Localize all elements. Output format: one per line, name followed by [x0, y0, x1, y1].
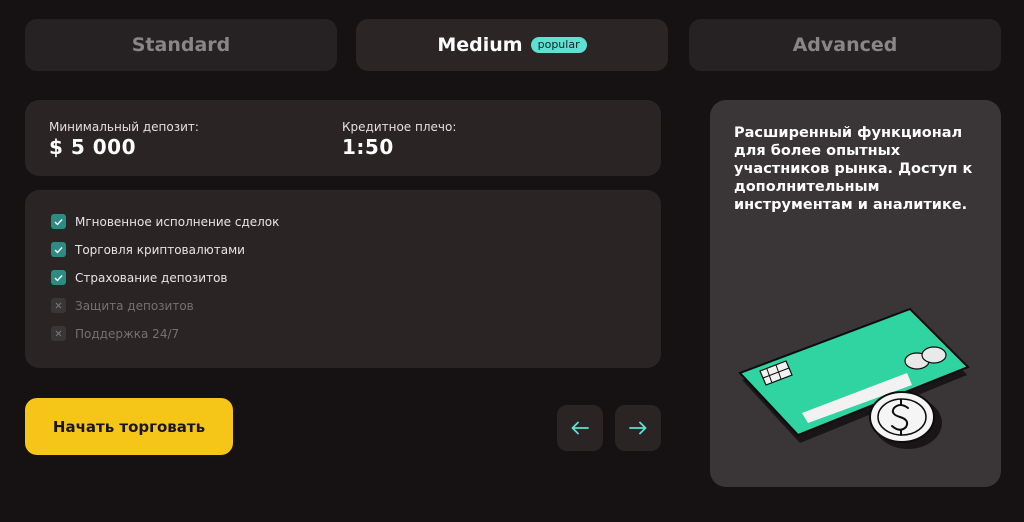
- min-deposit-label: Минимальный депозит:: [49, 120, 199, 134]
- features-list: Мгновенное исполнение сделок Торговля кр…: [25, 190, 661, 368]
- popular-badge: popular: [530, 37, 587, 53]
- check-icon: [51, 270, 66, 285]
- plan-description: Расширенный функционал для более опытных…: [734, 125, 973, 213]
- feature-item: Торговля криптовалютами: [51, 242, 245, 257]
- tab-standard[interactable]: Standard: [25, 19, 337, 71]
- plan-info-card: Минимальный депозит: $ 5 000 Кредитное п…: [25, 100, 661, 176]
- credit-card-coin-icon: [738, 307, 970, 449]
- min-deposit-value: $ 5 000: [49, 135, 137, 159]
- plan-description-card: Расширенный функционал для более опытных…: [710, 100, 1001, 487]
- leverage-value: 1:50: [342, 135, 394, 159]
- tab-label: Medium: [437, 34, 523, 56]
- feature-label: Защита депозитов: [75, 298, 194, 313]
- arrow-left-icon: [571, 421, 589, 435]
- feature-item: Мгновенное исполнение сделок: [51, 214, 279, 229]
- tab-label: Advanced: [792, 34, 898, 56]
- feature-label: Страхование депозитов: [75, 270, 228, 285]
- tab-label: Standard: [131, 34, 231, 56]
- tab-advanced[interactable]: Advanced: [689, 19, 1001, 71]
- check-icon: [51, 214, 66, 229]
- feature-label: Мгновенное исполнение сделок: [75, 214, 280, 229]
- feature-item: Страхование депозитов: [51, 270, 228, 285]
- feature-item-disabled: Защита депозитов: [51, 298, 194, 313]
- arrow-right-icon: [629, 421, 647, 435]
- tab-medium[interactable]: Medium popular: [356, 19, 668, 71]
- feature-label: Торговля криптовалютами: [75, 242, 245, 257]
- feature-label: Поддержка 24/7: [75, 326, 180, 341]
- prev-button[interactable]: [557, 405, 603, 451]
- cross-icon: [51, 326, 66, 341]
- feature-item-disabled: Поддержка 24/7: [51, 326, 179, 341]
- cross-icon: [51, 298, 66, 313]
- leverage-label: Кредитное плечо:: [342, 120, 457, 134]
- leverage: Кредитное плечо: 1:50: [342, 120, 456, 159]
- check-icon: [51, 242, 66, 257]
- min-deposit: Минимальный депозит: $ 5 000: [49, 120, 199, 159]
- start-trading-button[interactable]: Начать торговать: [25, 398, 233, 455]
- next-button[interactable]: [615, 405, 661, 451]
